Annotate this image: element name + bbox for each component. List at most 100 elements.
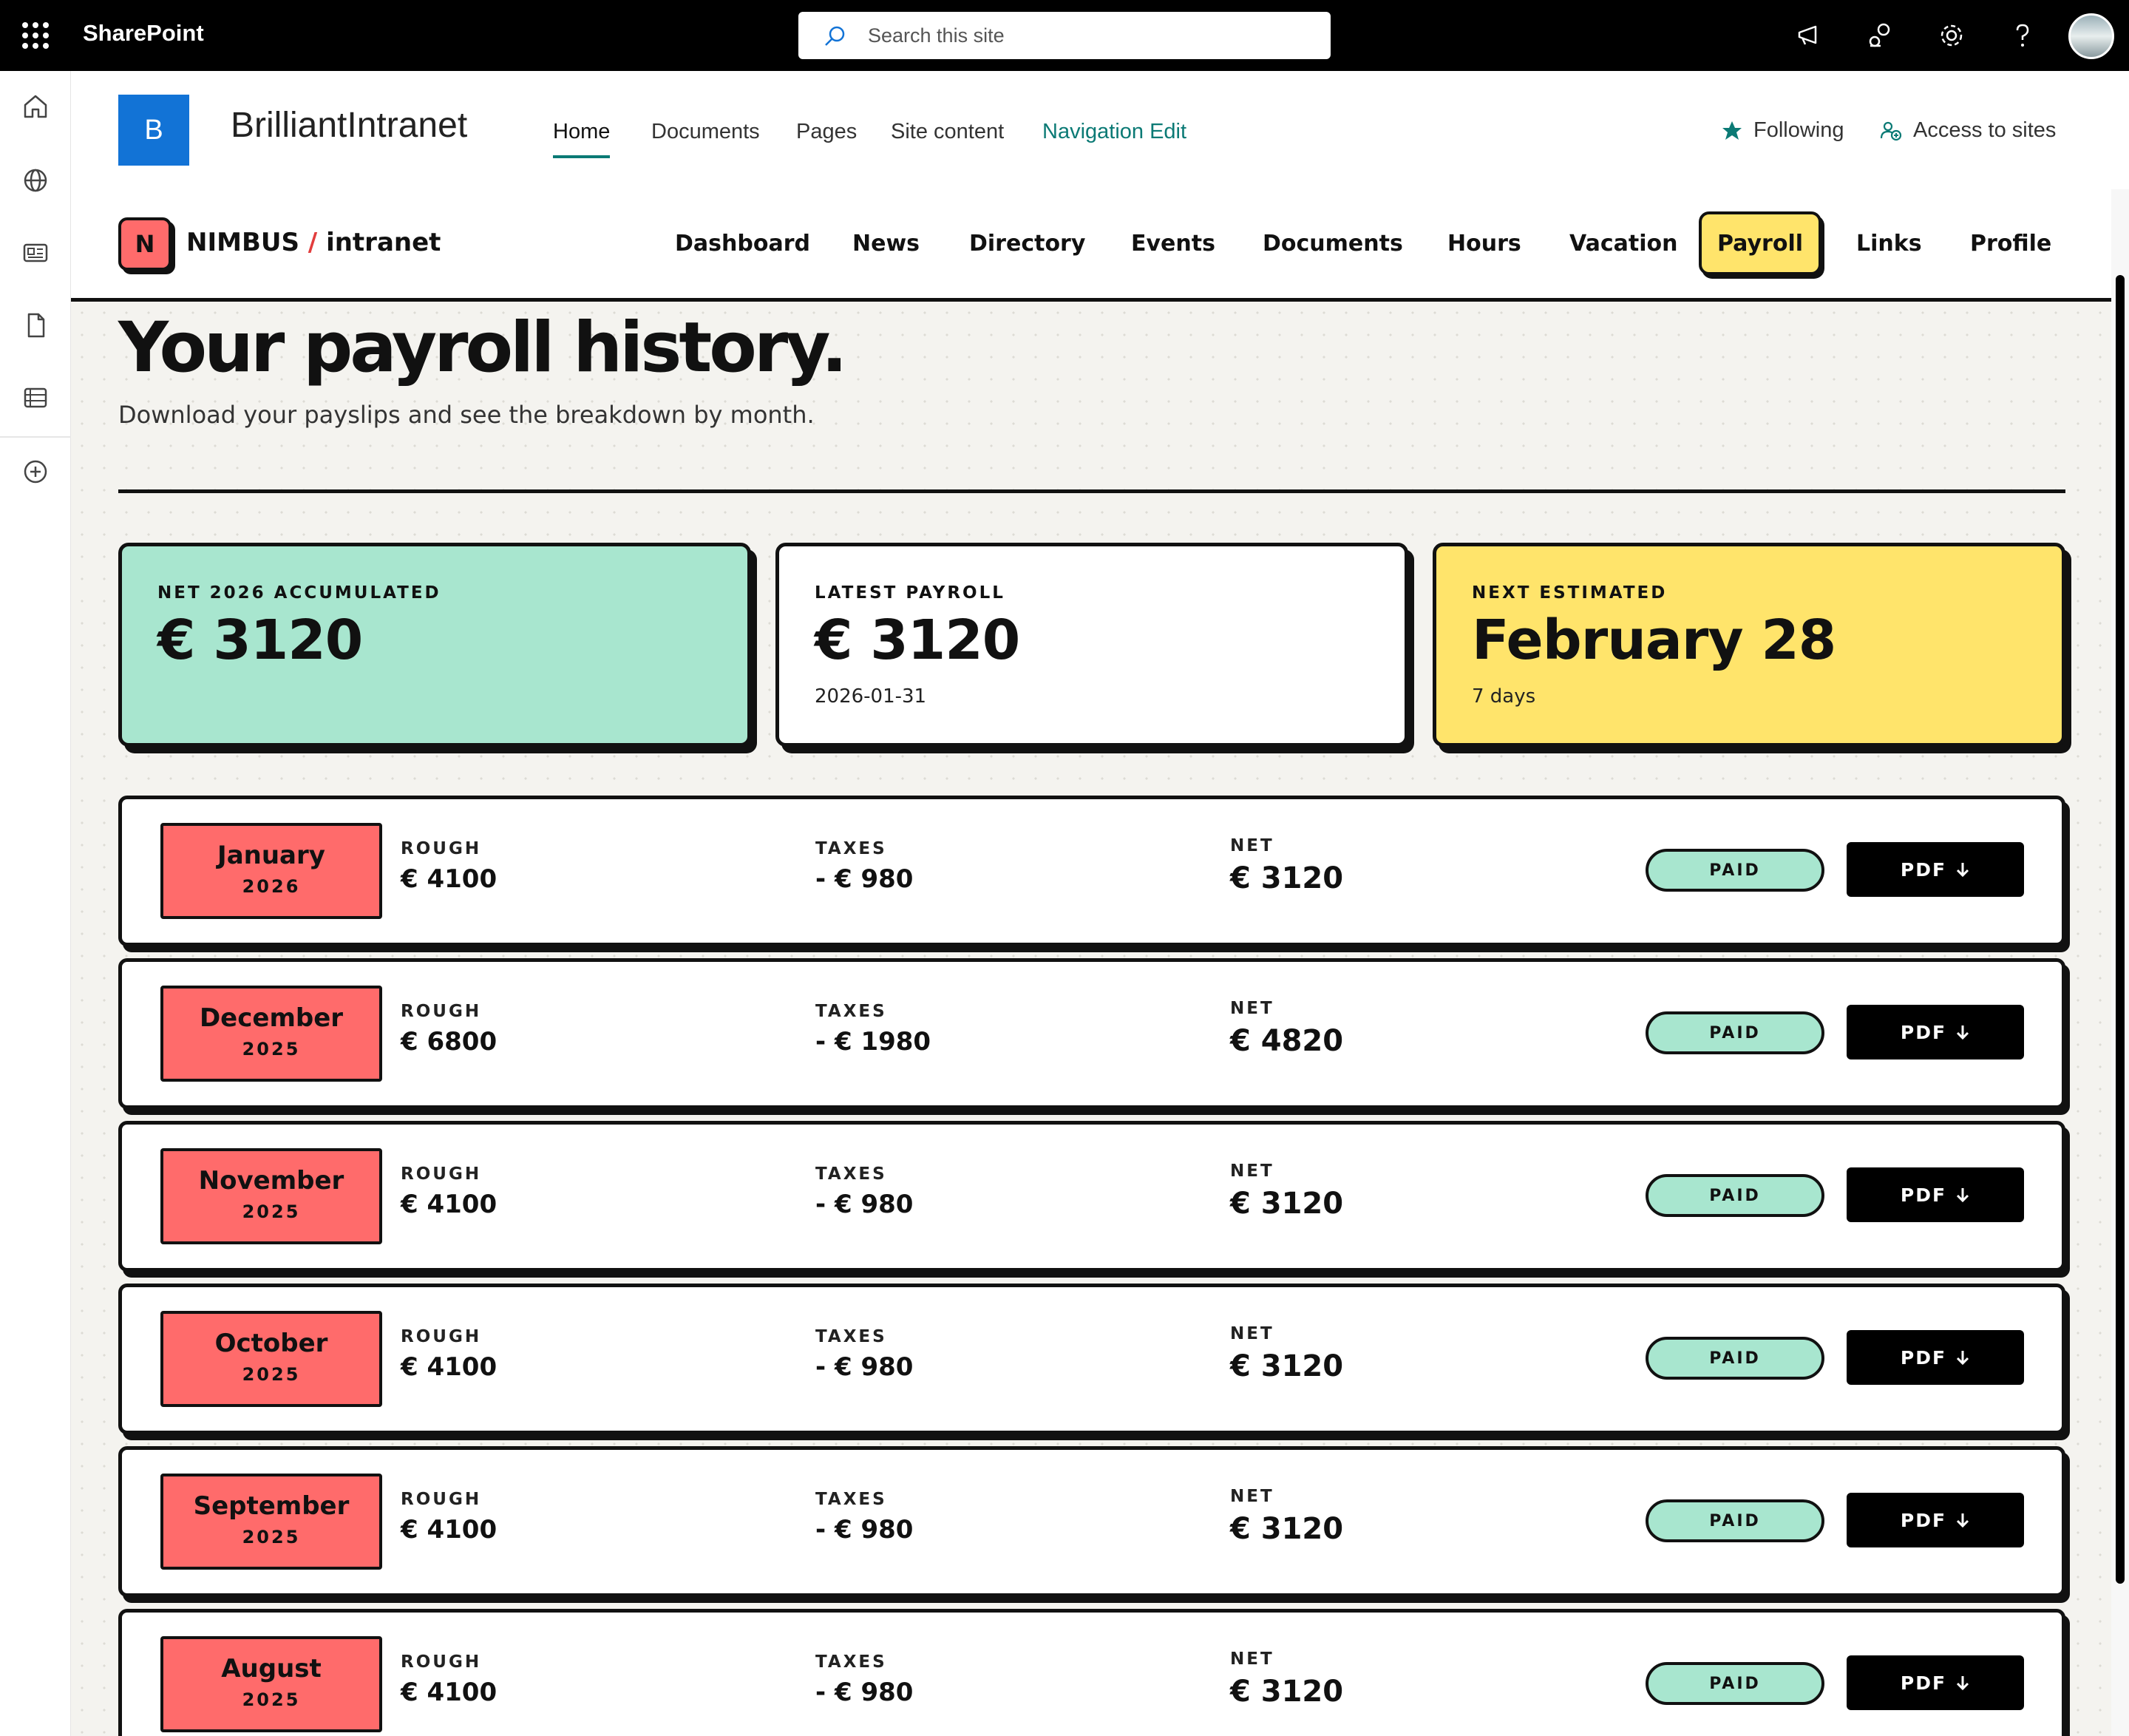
nav-news[interactable]: News (852, 231, 920, 257)
net-label: NET (1230, 999, 1274, 1018)
app-name[interactable]: SharePoint (83, 20, 204, 47)
nav-vacation[interactable]: Vacation (1569, 231, 1677, 257)
arrow-down-icon (1957, 1351, 1969, 1366)
rough-value: € 4100 (401, 864, 498, 894)
following-button[interactable]: Following (1721, 118, 1844, 143)
add-icon[interactable] (21, 457, 50, 486)
taxes-value: - € 980 (815, 864, 914, 894)
payroll-row: December 2025 ROUGH € 6800 TAXES - € 1980 N… (118, 958, 2065, 1109)
scrollbar-thumb[interactable] (2116, 275, 2125, 1584)
taxes-column: TAXES - € 1980 (815, 1002, 931, 1057)
page-title: Your payroll history. (118, 308, 848, 388)
arrow-down-icon (1957, 863, 1969, 878)
pdf-download-button[interactable]: PDF (1847, 1005, 2024, 1059)
list-icon[interactable] (21, 383, 50, 413)
taxes-label: TAXES (815, 839, 887, 858)
pdf-download-button[interactable]: PDF (1847, 1493, 2024, 1547)
month-name: October (214, 1329, 328, 1358)
pdf-download-button[interactable]: PDF (1847, 1167, 2024, 1222)
site-nav-edit[interactable]: Navigation Edit (1042, 120, 1186, 144)
page-subtitle: Download your payslips and see the break… (118, 401, 815, 429)
nimbus-logo[interactable]: N (118, 217, 172, 271)
net-column: NET € 3120 (1230, 1324, 1343, 1383)
net-value: € 3120 (1230, 1187, 1344, 1221)
month-name: January (217, 841, 325, 870)
month-name: November (198, 1166, 344, 1196)
rough-value: € 4100 (401, 1678, 498, 1707)
site-title[interactable]: BrilliantIntranet (231, 105, 467, 146)
rough-label: ROUGH (401, 1327, 482, 1346)
star-icon (1722, 121, 1742, 140)
access-label: Access to sites (1913, 118, 2057, 142)
avatar[interactable] (2068, 13, 2114, 59)
taxes-column: TAXES - € 980 (815, 1490, 913, 1545)
nav-profile[interactable]: Profile (1970, 231, 2051, 257)
taxes-label: TAXES (815, 1652, 887, 1672)
rough-label: ROUGH (401, 1002, 482, 1021)
status-badge: PAID (1646, 1499, 1824, 1542)
month-year: 2025 (242, 1689, 301, 1710)
payroll-row: October 2025 ROUGH € 4100 TAXES - € 980 NET… (118, 1284, 2065, 1434)
megaphone-icon[interactable] (1795, 21, 1824, 50)
month-name: December (199, 1003, 344, 1033)
site-logo[interactable]: B (118, 95, 189, 166)
taxes-label: TAXES (815, 1002, 887, 1021)
nimbus-brand[interactable]: NIMBUS / intranet (186, 228, 441, 257)
search-input[interactable] (866, 12, 1310, 59)
pdf-download-button[interactable]: PDF (1847, 1330, 2024, 1385)
taxes-label: TAXES (815, 1327, 887, 1346)
gear-icon[interactable] (1937, 21, 1966, 50)
pdf-label: PDF (1900, 1509, 1947, 1531)
net-column: NET € 3120 (1230, 1487, 1343, 1546)
rough-label: ROUGH (401, 1490, 482, 1509)
access-to-sites-button[interactable]: Access to sites (1879, 118, 2056, 143)
nav-dashboard[interactable]: Dashboard (675, 231, 810, 257)
file-icon[interactable] (21, 311, 50, 340)
payroll-row: September 2025 ROUGH € 4100 TAXES - € 980 N… (118, 1446, 2065, 1597)
nav-events[interactable]: Events (1131, 231, 1215, 257)
left-rail (0, 71, 71, 1736)
share-settings-icon[interactable] (1866, 21, 1895, 50)
search-box[interactable] (798, 12, 1331, 59)
taxes-column: TAXES - € 980 (815, 1164, 913, 1219)
globe-icon[interactable] (21, 166, 50, 195)
site-nav-home[interactable]: Home (553, 120, 611, 158)
news-icon[interactable] (21, 238, 50, 268)
site-nav-documents[interactable]: Documents (651, 120, 760, 144)
site-nav-pages[interactable]: Pages (796, 120, 857, 144)
pdf-label: PDF (1900, 858, 1947, 881)
month-year: 2025 (242, 1527, 301, 1547)
taxes-column: TAXES - € 980 (815, 1652, 913, 1707)
status-badge: PAID (1646, 1337, 1824, 1380)
rail-divider (0, 436, 71, 438)
nav-hours[interactable]: Hours (1447, 231, 1521, 257)
card-label: NET 2026 ACCUMULATED (157, 583, 441, 603)
arrow-down-icon (1957, 1676, 1969, 1691)
nav-documents[interactable]: Documents (1263, 231, 1403, 257)
nav-directory[interactable]: Directory (969, 231, 1085, 257)
net-value: € 3120 (1230, 1512, 1344, 1546)
home-icon[interactable] (21, 92, 50, 121)
nav-links[interactable]: Links (1856, 231, 1922, 257)
arrow-down-icon (1957, 1513, 1969, 1528)
payroll-row: August 2025 ROUGH € 4100 TAXES - € 980 NET €… (118, 1609, 2065, 1736)
help-icon[interactable] (2008, 21, 2037, 50)
site-nav-site-content[interactable]: Site content (891, 120, 1004, 144)
nav-payroll[interactable]: Payroll (1699, 211, 1821, 275)
pdf-download-button[interactable]: PDF (1847, 1655, 2024, 1710)
card-value: € 3120 (815, 608, 1020, 672)
net-value: € 4820 (1230, 1024, 1344, 1058)
month-badge: August 2025 (160, 1636, 382, 1732)
divider (118, 489, 2065, 493)
rough-column: ROUGH € 4100 (401, 839, 497, 894)
brand-suffix: intranet (326, 228, 441, 257)
taxes-value: - € 980 (815, 1190, 914, 1219)
month-name: September (193, 1491, 350, 1521)
rough-value: € 4100 (401, 1352, 498, 1382)
app-launcher-icon[interactable] (22, 22, 49, 49)
rough-value: € 6800 (401, 1027, 498, 1057)
card-date: 2026-01-31 (815, 685, 927, 708)
taxes-label: TAXES (815, 1164, 887, 1184)
taxes-column: TAXES - € 980 (815, 1327, 913, 1382)
pdf-download-button[interactable]: PDF (1847, 842, 2024, 897)
